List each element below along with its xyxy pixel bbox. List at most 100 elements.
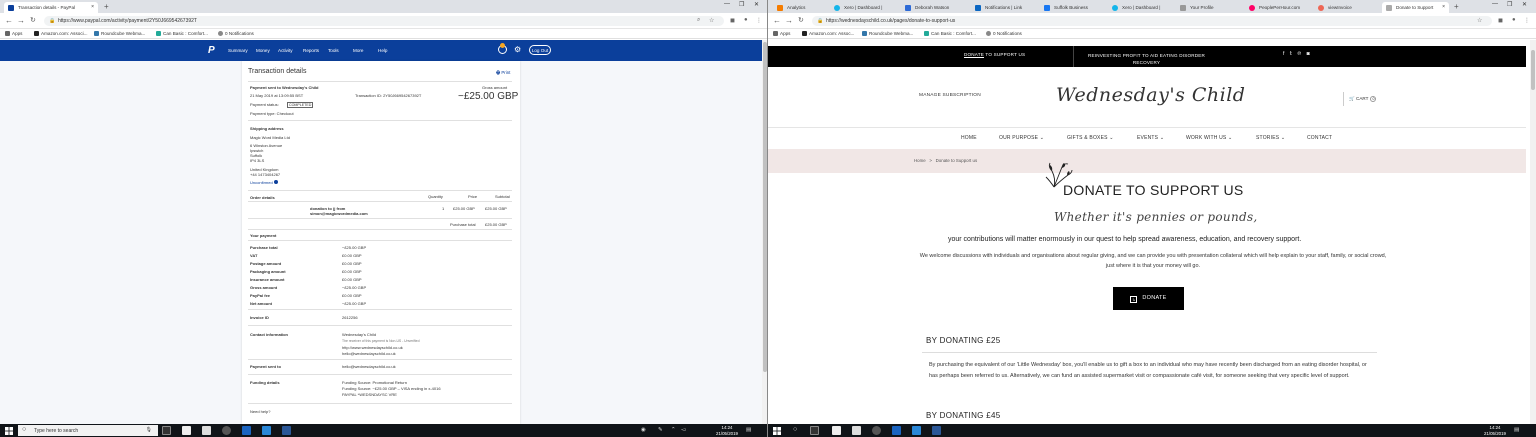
tab-analytics[interactable]: Analytics: [773, 2, 833, 13]
nav-activity[interactable]: Activity: [278, 48, 293, 53]
nav-more[interactable]: More: [353, 48, 363, 53]
tab-paypal[interactable]: Transaction details - PayPal ×: [4, 2, 98, 13]
bookmark-canbasic[interactable]: Can Basic : Comfort...: [156, 31, 208, 36]
skype-icon[interactable]: [242, 426, 251, 435]
tab-suffolk[interactable]: Suffolk Business: [1040, 2, 1104, 13]
scrollbar-thumb[interactable]: [1531, 50, 1535, 90]
gear-icon[interactable]: ⚙: [514, 45, 521, 54]
url-field[interactable]: 🔒 https://wednesdayschild.co.uk/pages/do…: [812, 16, 1492, 26]
menu-dots-icon[interactable]: ⋮: [756, 17, 762, 24]
nav-summary[interactable]: Summary: [228, 48, 248, 53]
nav-tools[interactable]: Tools: [328, 48, 339, 53]
file-explorer-icon[interactable]: [832, 426, 841, 435]
bookmark-roundcube[interactable]: Roundcube Webma...: [94, 31, 145, 36]
bookmark-roundcube[interactable]: Roundcube Webma...: [862, 31, 913, 36]
announcement-donate[interactable]: DONATE TO SUPPORT US: [964, 52, 1025, 57]
sync-icon[interactable]: [912, 426, 921, 435]
notification-center-icon[interactable]: ▤: [746, 427, 751, 433]
taskbar-clock[interactable]: 14:24 21/05/2019: [1484, 425, 1506, 436]
zoom-icon[interactable]: ⌕: [697, 17, 700, 24]
bookmark-apps[interactable]: Apps: [5, 31, 22, 36]
menu-gifts-boxes[interactable]: GIFTS & BOXES ⌄: [1067, 135, 1114, 141]
nav-reports[interactable]: Reports: [303, 48, 319, 53]
tab-deborah[interactable]: Deborah Watson: [901, 2, 965, 13]
tray-app-icon[interactable]: ◉: [641, 427, 646, 433]
task-view-icon[interactable]: [162, 426, 171, 435]
contact-website[interactable]: http://www.wednesdayschild.co.uk: [342, 345, 403, 350]
word-icon[interactable]: [932, 426, 941, 435]
forward-icon[interactable]: →: [785, 16, 793, 25]
menu-work-with-us[interactable]: WORK WITH US ⌄: [1186, 135, 1232, 141]
invoice-id-link[interactable]: 2612256: [342, 315, 358, 320]
contact-email[interactable]: hello@wednesdayschild.co.uk: [342, 351, 396, 356]
mail-icon[interactable]: [852, 426, 861, 435]
mail-icon[interactable]: [202, 426, 211, 435]
minimize-icon[interactable]: —: [1492, 1, 1498, 7]
close-tab-icon[interactable]: ×: [1442, 4, 1445, 10]
nav-help[interactable]: Help: [378, 48, 387, 53]
contact-name-link[interactable]: Wednesday's Child: [342, 332, 376, 337]
tab-pph[interactable]: PeoplePerHour.com: [1245, 2, 1309, 13]
new-tab-icon[interactable]: +: [104, 2, 109, 11]
windows-start-icon[interactable]: [5, 427, 13, 435]
bookmark-star-icon[interactable]: ☆: [709, 17, 714, 24]
chrome-icon[interactable]: [222, 426, 231, 435]
bookmark-star-icon[interactable]: ☆: [1477, 17, 1482, 24]
task-view-icon[interactable]: [810, 426, 819, 435]
tab-invoice[interactable]: viewInvoice: [1314, 2, 1378, 13]
network-icon[interactable]: ⌃: [671, 427, 676, 433]
bookmark-amazon[interactable]: Amazon.com: Assoc...: [802, 31, 854, 36]
close-tab-icon[interactable]: ×: [91, 4, 94, 10]
taskbar-clock[interactable]: 14:24 21/05/2019: [716, 425, 738, 436]
bookmark-amazon[interactable]: Amazon.com: Associ...: [34, 31, 87, 36]
menu-contact[interactable]: CONTACT: [1307, 135, 1332, 141]
close-window-icon[interactable]: ✕: [754, 1, 759, 8]
word-icon[interactable]: [282, 426, 291, 435]
cart-link[interactable]: 🛒 CART 0: [1349, 96, 1377, 102]
tab-profile[interactable]: Your Profile: [1176, 2, 1240, 13]
taskbar-search-input[interactable]: ○ Type here to search 🎙: [18, 425, 158, 436]
profile-icon[interactable]: ●: [744, 17, 748, 23]
menu-home[interactable]: HOME: [961, 135, 977, 141]
menu-stories[interactable]: STORIES ⌄: [1256, 135, 1285, 141]
tab-xero-2[interactable]: Xero | Dashboard |: [1108, 2, 1172, 13]
microphone-icon[interactable]: 🎙: [146, 427, 152, 433]
minimize-icon[interactable]: —: [724, 1, 730, 7]
logout-button[interactable]: Log Out: [529, 45, 551, 55]
file-explorer-icon[interactable]: [182, 426, 191, 435]
menu-dots-icon[interactable]: ⋮: [1524, 17, 1530, 24]
donate-button[interactable]: ↳ DONATE: [1113, 287, 1184, 310]
tab-xero-1[interactable]: Xero | Dashboard |: [830, 2, 890, 13]
notification-center-icon[interactable]: ▤: [1514, 427, 1519, 433]
profile-icon[interactable]: ●: [1512, 17, 1516, 23]
scrollbar[interactable]: [1530, 40, 1536, 424]
skype-icon[interactable]: [892, 426, 901, 435]
bookmark-canbasic[interactable]: Can Basic : Comfort...: [924, 31, 976, 36]
extension-icon[interactable]: ◼: [730, 17, 735, 24]
breadcrumb-home[interactable]: Home: [914, 158, 926, 163]
windows-start-icon[interactable]: [773, 427, 781, 435]
bookmark-notifications[interactable]: 0 Notifications: [986, 31, 1022, 36]
print-button[interactable]: 🖶 Print: [496, 69, 510, 77]
url-field[interactable]: 🔒 https://www.paypal.com/activity/paymen…: [44, 16, 724, 26]
volume-icon[interactable]: ◅: [681, 427, 685, 433]
reload-icon[interactable]: ↻: [30, 16, 36, 24]
menu-our-purpose[interactable]: OUR PURPOSE ⌄: [999, 135, 1044, 141]
reload-icon[interactable]: ↻: [798, 16, 804, 24]
search-icon[interactable]: ○: [793, 426, 797, 433]
back-icon[interactable]: ←: [5, 16, 13, 25]
menu-events[interactable]: EVENTS ⌄: [1137, 135, 1164, 141]
pinterest-icon[interactable]: ℗: [1298, 51, 1304, 57]
manage-subscription-link[interactable]: MANAGE SUBSCRIPTION: [919, 93, 981, 98]
extension-icon[interactable]: ◼: [1498, 17, 1503, 24]
tab-donate[interactable]: Donate to Support ×: [1382, 2, 1449, 13]
facebook-icon[interactable]: f: [1283, 51, 1286, 57]
close-window-icon[interactable]: ✕: [1522, 1, 1527, 8]
maximize-icon[interactable]: ❐: [739, 1, 744, 8]
nav-money[interactable]: Money: [256, 48, 270, 53]
forward-icon[interactable]: →: [17, 16, 25, 25]
bookmark-notifications[interactable]: 0 Notifications: [218, 31, 254, 36]
bookmark-apps[interactable]: Apps: [773, 31, 790, 36]
tab-linkedin[interactable]: Notifications | Link: [971, 2, 1035, 13]
people-icon[interactable]: ✎: [658, 427, 663, 433]
